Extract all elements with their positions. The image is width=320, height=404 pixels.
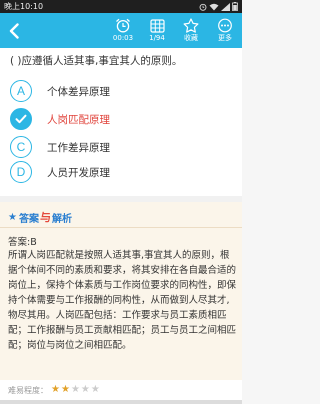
more-icon [218, 18, 232, 33]
timer-button[interactable]: 00:03 [106, 13, 140, 48]
chevron-left-icon [9, 22, 19, 39]
bottom-edge [0, 400, 242, 404]
signal-icon [221, 2, 230, 11]
option-a-letter: A [10, 80, 32, 102]
star-filled-icon: ★ [51, 384, 60, 395]
option-b-text: 人岗匹配原理 [47, 113, 110, 126]
alarm-status-icon [199, 3, 207, 11]
header-star-icon: ★ [8, 211, 17, 223]
option-c[interactable]: C 工作差异原理 [10, 136, 230, 158]
answer-analysis-section: ★ 答案 与 解析 答案:B 所谓人岗匹配就是按照人适其事,事宜其人的原则，根据… [0, 202, 242, 380]
star-empty-icon: ★ [80, 384, 90, 395]
answer-title: 答案 [18, 213, 39, 225]
option-c-letter: C [10, 136, 32, 158]
favorite-button[interactable]: 收藏 [174, 13, 208, 48]
card-grid-icon [149, 18, 165, 33]
option-d-letter: D [10, 161, 32, 183]
difficulty-row: 难易程度： ★ ★ ★ ★ ★ [0, 380, 242, 400]
analysis-title: 解析 [51, 213, 72, 225]
more-label: 更多 [218, 34, 232, 42]
option-a-text: 个体差异原理 [47, 85, 110, 98]
status-icons [199, 2, 238, 11]
option-b[interactable]: 人岗匹配原理 [10, 108, 230, 130]
option-d[interactable]: D 人员开发原理 [10, 161, 230, 183]
top-toolbar: 00:03 1/94 收藏 更多 [0, 13, 242, 48]
alarm-clock-icon [116, 18, 130, 33]
star-icon [183, 18, 199, 33]
header-rule [0, 227, 242, 228]
option-c-text: 工作差异原理 [47, 141, 110, 154]
option-d-text: 人员开发原理 [47, 166, 110, 179]
difficulty-label: 难易程度： [8, 385, 48, 395]
battery-icon [232, 2, 238, 11]
question-card-button[interactable]: 1/94 [140, 13, 174, 48]
correct-answer: 答案:B [8, 237, 37, 248]
difficulty-stars: ★ ★ ★ ★ ★ [51, 385, 100, 395]
back-button[interactable] [0, 13, 28, 48]
answer-analysis-header: ★ 答案 与 解析 [8, 209, 72, 225]
question-content: ( )应遵循人适其事,事宜其人的原则。 A 个体差异原理 人岗匹配原理 C 工作… [0, 48, 242, 400]
star-filled-icon: ★ [60, 384, 70, 395]
star-empty-icon: ★ [90, 384, 100, 395]
answer-title-connector: 与 [39, 211, 51, 224]
option-a[interactable]: A 个体差异原理 [10, 80, 230, 102]
status-bar: 晚上10:10 [0, 0, 242, 13]
favorite-label: 收藏 [184, 34, 198, 42]
question-text: ( )应遵循人适其事,事宜其人的原则。 [10, 55, 183, 67]
star-empty-icon: ★ [70, 384, 80, 395]
more-button[interactable]: 更多 [208, 13, 242, 48]
explanation-text: 所谓人岗匹配就是按照人适其事,事宜其人的原则，根据个体间不同的素质和要求，将其安… [8, 250, 237, 351]
question-progress-label: 1/94 [149, 33, 165, 42]
checkmark-icon [10, 108, 32, 130]
status-time: 晚上10:10 [4, 2, 44, 11]
timer-label: 00:03 [112, 34, 134, 42]
wifi-icon [209, 3, 219, 10]
